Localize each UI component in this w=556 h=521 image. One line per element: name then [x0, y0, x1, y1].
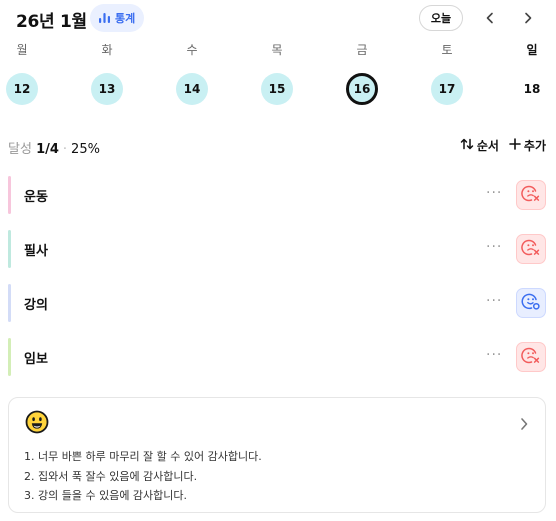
day-name: 토 — [441, 43, 453, 57]
sort-label: 순서 — [476, 139, 499, 153]
day-date-selected[interactable]: 16 — [346, 73, 378, 105]
happy-face-check-icon — [521, 291, 541, 315]
day-date[interactable]: 14 — [176, 73, 208, 105]
day-date[interactable]: 18 — [516, 73, 548, 105]
next-week-button[interactable] — [518, 8, 538, 28]
chevron-left-icon — [485, 9, 495, 28]
day-name: 화 — [101, 43, 113, 57]
calendar-header: 26년 1월 통계 오늘 — [16, 4, 540, 32]
more-options-icon[interactable]: ··· — [486, 239, 502, 255]
habit-name: 운동 — [24, 190, 48, 205]
habit-color-bar — [8, 338, 11, 376]
habit-name: 임보 — [24, 352, 48, 367]
day-date[interactable]: 17 — [431, 73, 463, 105]
stats-label: 통계 — [115, 12, 136, 25]
today-button[interactable]: 오늘 — [419, 5, 463, 31]
progress-percent: 25% — [71, 142, 100, 157]
day-sunday: 일 18 — [512, 42, 552, 96]
gratitude-card[interactable]: 1. 너무 바쁜 하루 마무리 잘 할 수 있어 감사합니다. 2. 집와서 푹… — [8, 397, 546, 513]
day-friday: 금 16 — [342, 42, 382, 105]
add-label: 추가 — [523, 139, 546, 153]
chevron-right-icon[interactable] — [519, 416, 529, 435]
habit-name: 강의 — [24, 298, 48, 313]
day-date[interactable]: 13 — [91, 73, 123, 105]
day-tuesday: 화 13 — [87, 42, 127, 105]
more-options-icon[interactable]: ··· — [486, 185, 502, 201]
gratitude-line: 3. 강의 들을 수 있음에 감사합니다. — [24, 489, 188, 502]
habit-name: 필사 — [24, 244, 48, 259]
habit-row[interactable]: 필사 ··· — [8, 230, 548, 268]
habit-color-bar — [8, 284, 11, 322]
more-options-icon[interactable]: ··· — [486, 347, 502, 363]
day-saturday: 토 17 — [427, 42, 467, 105]
gratitude-line: 2. 집와서 푹 잘수 있음에 감사합니다. — [24, 469, 198, 483]
sort-arrows-icon — [460, 138, 474, 153]
smiley-emoji-icon — [25, 410, 49, 438]
separator-dot: · — [62, 142, 68, 157]
day-name: 월 — [16, 43, 28, 57]
gratitude-line: 1. 너무 바쁜 하루 마무리 잘 할 수 있어 감사합니다. — [24, 450, 262, 463]
sad-face-x-icon — [521, 183, 541, 207]
habit-status-button[interactable] — [516, 342, 546, 372]
sad-face-x-icon — [521, 345, 541, 369]
day-name: 일 — [526, 43, 538, 57]
stats-button[interactable]: 통계 — [90, 4, 145, 32]
sad-face-x-icon — [521, 237, 541, 261]
day-date[interactable]: 12 — [6, 73, 38, 105]
day-monday: 월 12 — [2, 42, 42, 105]
habit-color-bar — [8, 230, 11, 268]
habit-tracker-page: 26년 1월 통계 오늘 월 12 화 13 수 14 목 15 금 16 토 … — [0, 0, 556, 521]
chevron-right-icon — [523, 9, 533, 28]
day-name: 목 — [271, 43, 283, 57]
day-wednesday: 수 14 — [172, 42, 212, 105]
previous-week-button[interactable] — [480, 8, 500, 28]
progress-count: 1/4 — [36, 142, 59, 157]
progress-row: 달성 1/4 · 25% 순서 추가 — [8, 136, 546, 157]
habit-status-button[interactable] — [516, 234, 546, 264]
day-date[interactable]: 15 — [261, 73, 293, 105]
plus-icon — [509, 138, 521, 153]
month-title: 26년 1월 — [16, 12, 87, 32]
sort-order-button[interactable]: 순서 — [460, 137, 499, 154]
habit-color-bar — [8, 176, 11, 214]
habit-row[interactable]: 운동 ··· — [8, 176, 548, 214]
progress-summary: 달성 1/4 · 25% — [8, 138, 100, 157]
day-name: 수 — [186, 43, 198, 57]
add-habit-button[interactable]: 추가 — [509, 137, 546, 154]
habit-status-button[interactable] — [516, 180, 546, 210]
habit-status-button[interactable] — [516, 288, 546, 318]
habit-row[interactable]: 임보 ··· — [8, 338, 548, 376]
list-actions: 순서 추가 — [460, 137, 546, 154]
day-name: 금 — [356, 43, 368, 57]
progress-label: 달성 — [8, 142, 32, 157]
bar-chart-icon — [98, 12, 111, 24]
more-options-icon[interactable]: ··· — [486, 293, 502, 309]
gratitude-list: 1. 너무 바쁜 하루 마무리 잘 할 수 있어 감사합니다. 2. 집와서 푹… — [24, 447, 262, 506]
habit-row[interactable]: 강의 ··· — [8, 284, 548, 322]
day-thursday: 목 15 — [257, 42, 297, 105]
